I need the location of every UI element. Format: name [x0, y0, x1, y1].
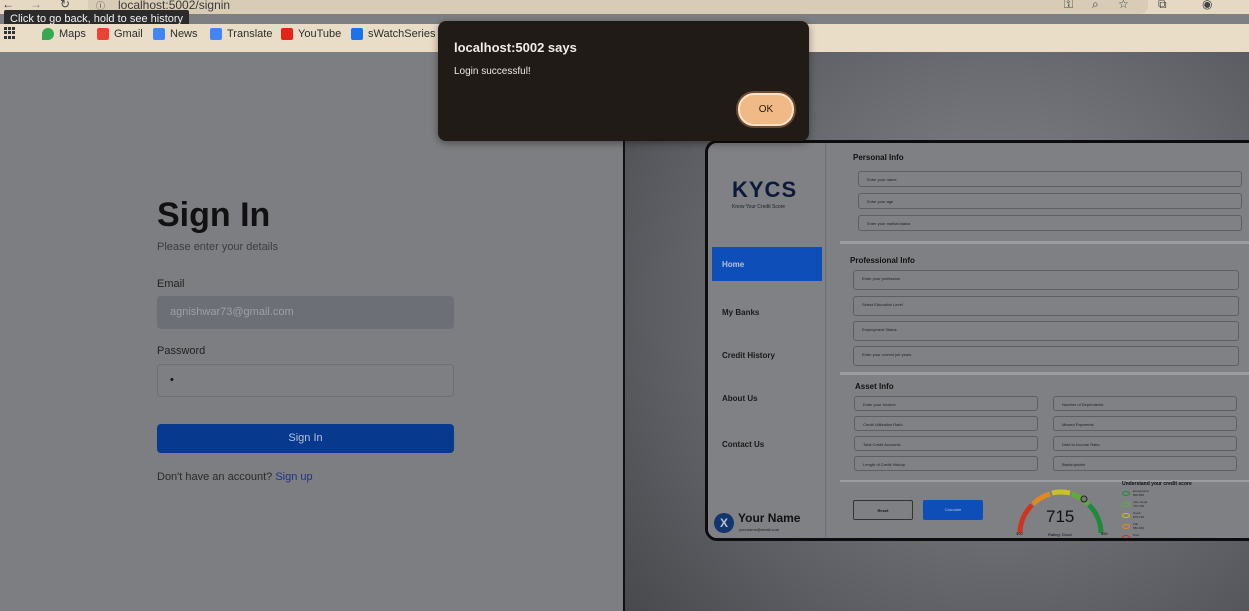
apps-grid-icon[interactable]	[4, 27, 16, 39]
credit-history-length-field[interactable]: Length of Credit History	[854, 456, 1038, 471]
profession-field[interactable]: Enter your profession	[853, 270, 1239, 290]
profile-x-icon: X	[714, 513, 734, 533]
asset-info-title: Asset Info	[855, 382, 894, 391]
legend-item: Good 670-739	[1122, 511, 1144, 519]
profile-name: Your Name	[738, 511, 801, 525]
app-preview-mockup: KYCS Know Your Credit Score Home My Bank…	[705, 140, 1249, 541]
reset-button[interactable]: Reset	[853, 500, 913, 520]
preview-nav-credit-history[interactable]: Credit History	[712, 338, 822, 372]
employment-status-field[interactable]: Employment Status	[853, 321, 1239, 341]
gauge-max-label: 850	[1101, 531, 1108, 536]
bookmark-news[interactable]: News	[153, 28, 198, 40]
bookmark-star-icon[interactable]: ☆	[1118, 0, 1129, 11]
no-account-text: Don't have an account?	[157, 471, 273, 483]
dialog-message: Login successful!	[454, 66, 531, 77]
bookmark-gmail[interactable]: Gmail	[97, 28, 143, 40]
youtube-icon	[281, 28, 293, 40]
debt-to-income-field[interactable]: Debt to Income Ratio	[1053, 436, 1237, 451]
personal-info-title: Personal Info	[853, 153, 904, 162]
password-field[interactable]: •	[157, 364, 454, 397]
preview-nav-home[interactable]: Home	[712, 247, 822, 281]
bookmark-maps[interactable]: Maps	[42, 28, 86, 40]
legend-item: Very Good 740-799	[1122, 500, 1147, 508]
translate-icon	[210, 28, 222, 40]
alert-dialog: localhost:5002 says Login successful! OK	[438, 21, 809, 141]
age-field[interactable]: Enter your age	[858, 193, 1242, 209]
section-divider	[840, 241, 1249, 244]
kycs-logo: KYCS	[732, 177, 798, 202]
legend-item: Exceptional 800-850	[1122, 489, 1149, 497]
job-years-field[interactable]: Enter your current job years	[853, 346, 1239, 366]
missed-payments-field[interactable]: Missed Payments	[1053, 416, 1237, 431]
section-divider	[840, 372, 1249, 375]
password-label: Password	[157, 345, 206, 357]
kycs-tagline: Know Your Credit Score	[732, 204, 786, 210]
swatchseries-icon	[351, 28, 363, 40]
gauge-min-label: 300	[1016, 531, 1023, 536]
page-title: Sign In	[157, 196, 271, 234]
password-key-icon[interactable]: ⚿	[1064, 0, 1073, 12]
preview-nav-about-us[interactable]: About Us	[712, 381, 822, 415]
page-subtitle: Please enter your details	[157, 241, 279, 253]
address-bar[interactable]	[88, 0, 1148, 14]
bankruptcies-field[interactable]: Bankruptcies	[1053, 456, 1237, 471]
marital-status-field[interactable]: Enter your marital status	[858, 215, 1242, 231]
education-select[interactable]: Select Education Level	[853, 296, 1239, 316]
bookmark-youtube[interactable]: YouTube	[281, 28, 341, 40]
calculate-button[interactable]: Calculate	[923, 500, 983, 520]
preview-nav-my-banks[interactable]: My Banks	[712, 295, 822, 329]
legend-title: Understand your credit score	[1122, 481, 1192, 487]
professional-info-title: Professional Info	[850, 256, 915, 265]
bookmark-translate[interactable]: Translate	[210, 28, 272, 40]
maps-icon	[42, 28, 54, 40]
zoom-icon[interactable]: ⌕	[1092, 0, 1099, 12]
legend-item: Fair 580-669	[1122, 522, 1144, 530]
profile-email: yourname@email.com	[739, 527, 780, 532]
preview-sidebar: KYCS Know Your Credit Score Home My Bank…	[708, 143, 826, 538]
signup-prompt: Don't have an account? Sign up	[157, 471, 313, 483]
dependents-field[interactable]: Number of Dependents	[1053, 396, 1237, 411]
name-field[interactable]: Enter your name	[858, 171, 1242, 187]
rating-text: Rating: Good	[1048, 532, 1072, 537]
credit-score-value: 715	[1046, 507, 1075, 526]
signin-button[interactable]: Sign In	[157, 424, 454, 453]
news-icon	[153, 28, 165, 40]
income-field[interactable]: Enter your Income	[854, 396, 1038, 411]
preview-nav-contact-us[interactable]: Contact Us	[712, 427, 822, 461]
gmail-icon	[97, 28, 109, 40]
legend-item: Poor 300-579	[1122, 533, 1144, 538]
total-credit-accounts-field[interactable]: Total Credit Accounts	[854, 436, 1038, 451]
extensions-icon[interactable]: ⧉	[1158, 0, 1167, 12]
signup-link[interactable]: Sign up	[275, 471, 312, 483]
email-field[interactable]: agnishwar73@gmail.com	[157, 296, 454, 329]
ok-button[interactable]: OK	[738, 93, 794, 126]
dialog-title: localhost:5002 says	[454, 40, 577, 55]
profile-avatar-icon[interactable]: ◉	[1202, 0, 1212, 11]
credit-utilization-field[interactable]: Credit Utilization Ratio	[854, 416, 1038, 431]
email-label: Email	[157, 278, 185, 290]
